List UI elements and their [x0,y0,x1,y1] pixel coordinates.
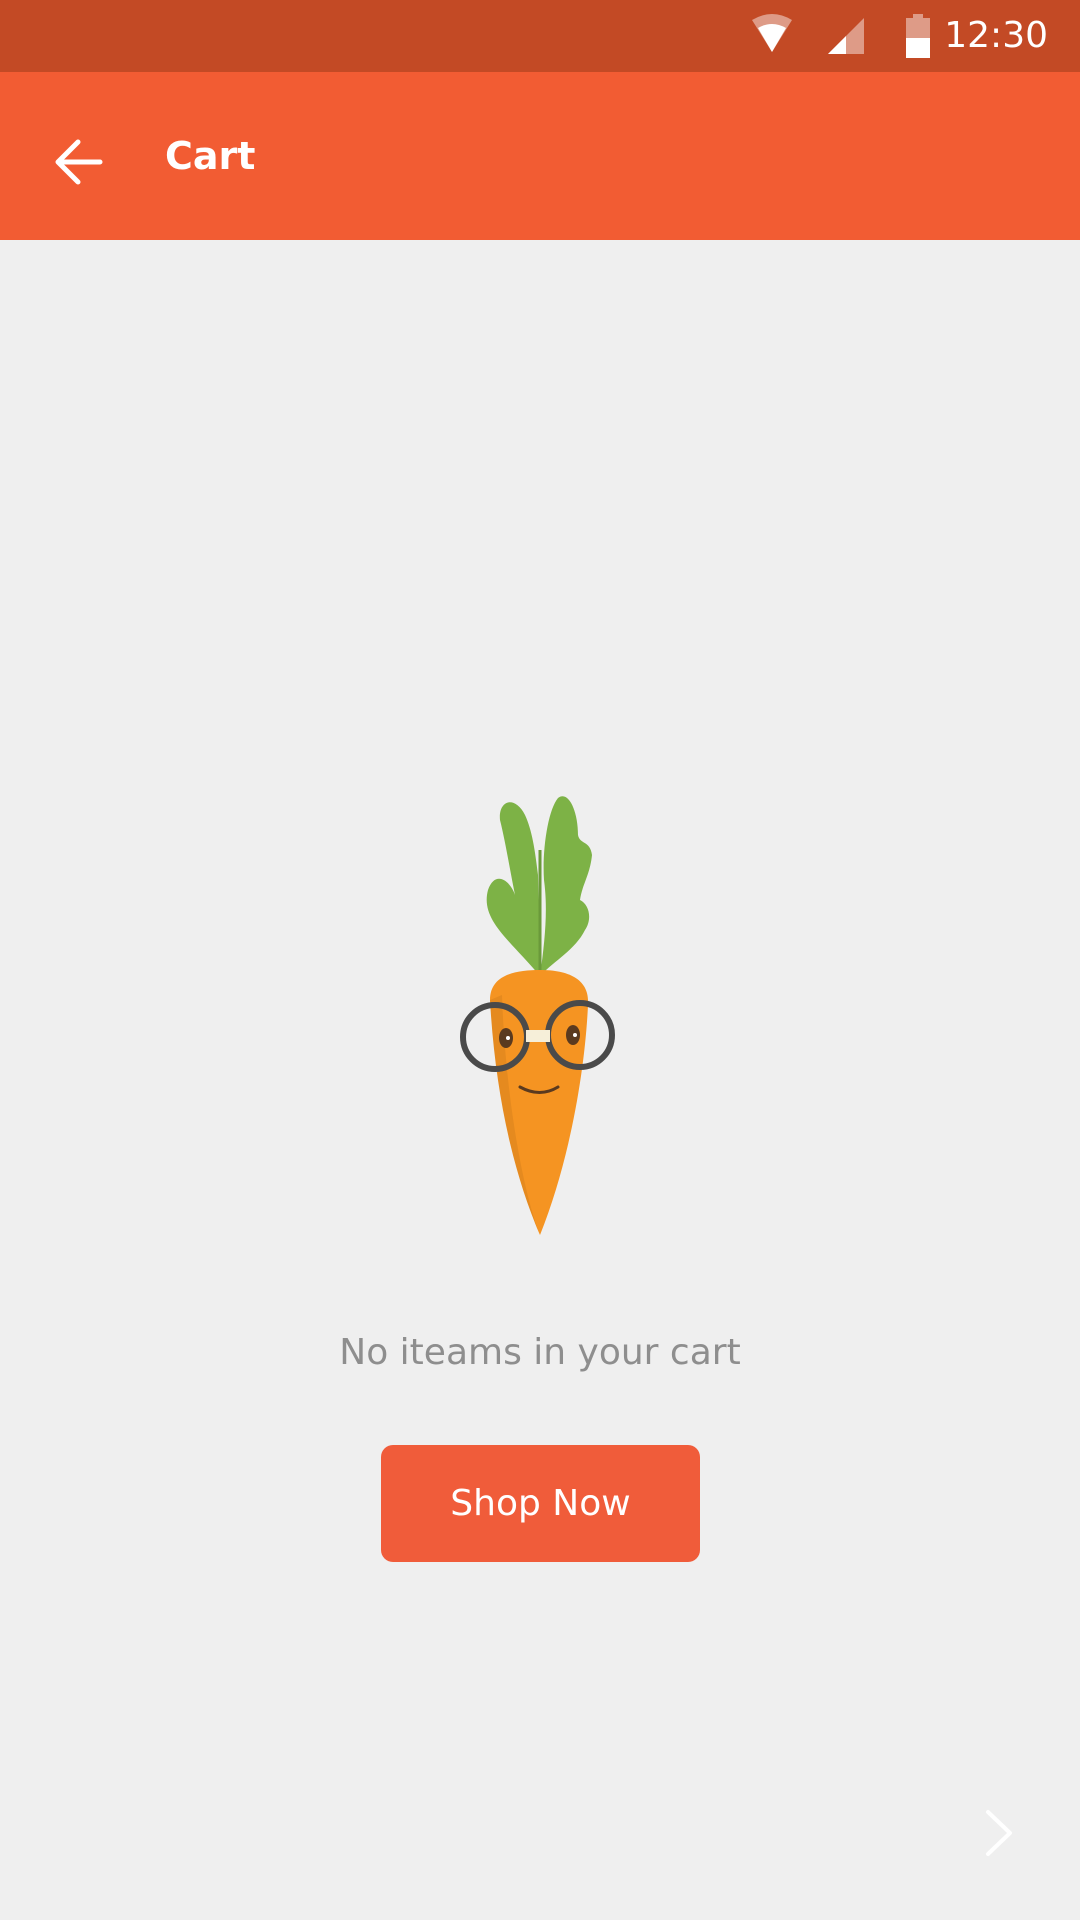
carrot-mascot-illustration [460,796,615,1235]
status-bar: 12:30 [0,0,1080,72]
app-bar: Cart [0,72,1080,240]
status-time: 12:30 [944,15,1048,56]
arrow-left-icon [55,139,103,185]
shop-now-button[interactable]: Shop Now [381,1445,700,1562]
battery-icon [906,14,930,58]
empty-cart-message: No iteams in your cart [339,1332,741,1373]
wifi-icon [752,14,792,52]
chevron-right-icon[interactable] [980,1808,1020,1858]
page-title: Cart [165,134,256,178]
back-button[interactable] [30,114,126,210]
cell-signal-icon [828,18,864,54]
